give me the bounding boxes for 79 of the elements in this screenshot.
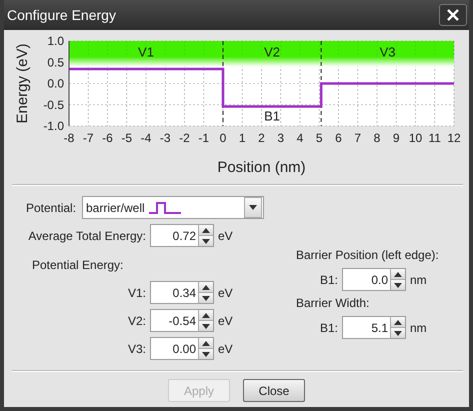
spin-down-icon xyxy=(202,296,210,300)
x-tick-label: 6 xyxy=(335,131,342,145)
close-button[interactable] xyxy=(439,4,467,26)
spin-up-icon xyxy=(202,228,210,232)
spinner-control[interactable] xyxy=(198,337,214,360)
unit-label: eV xyxy=(218,314,233,328)
x-tick-label: -3 xyxy=(160,131,171,145)
x-tick-label: 11 xyxy=(428,131,441,145)
x-tick-label: -8 xyxy=(64,131,74,145)
barrier-shape-icon xyxy=(148,202,181,214)
number-field[interactable]: 0.72 xyxy=(150,224,198,247)
section-heading: Barrier Position (left edge): xyxy=(296,248,439,262)
x-tick-label: 1 xyxy=(238,131,246,145)
spin-down-icon xyxy=(394,282,402,288)
spin-up-icon xyxy=(202,284,210,290)
x-tick-label: -4 xyxy=(140,131,152,145)
region-label: V1 xyxy=(138,44,154,60)
x-tick-label: 2 xyxy=(258,131,265,145)
x-tick-label: -5 xyxy=(121,131,132,145)
field-label: Potential: xyxy=(26,200,78,214)
x-tick-label: 12 xyxy=(447,131,461,145)
section-heading: Potential Energy: xyxy=(32,258,124,272)
x-tick-label: 10 xyxy=(408,131,422,145)
region-label: V2 xyxy=(264,44,280,60)
x-tick-label: 7 xyxy=(354,131,362,145)
x-tick-label: -2 xyxy=(179,131,190,145)
x-tick-label: -6 xyxy=(102,131,113,145)
spin-down-icon xyxy=(202,352,210,356)
unit-label: eV xyxy=(218,286,233,300)
field-label: B1: xyxy=(318,320,338,334)
field-label: V2: xyxy=(126,314,146,328)
spin-down-icon xyxy=(202,238,210,244)
x-tick-label: -7 xyxy=(82,131,94,145)
y-tick-label: 1.0 xyxy=(47,34,64,48)
x-tick-label: 4 xyxy=(296,131,304,145)
spinner-control[interactable] xyxy=(198,224,214,247)
y-tick-label: -1.0 xyxy=(43,119,64,133)
number-field[interactable]: -0.54 xyxy=(150,309,198,332)
y-axis-title: Energy (eV) xyxy=(14,43,31,124)
unit-label: eV xyxy=(218,228,233,242)
x-tick-label: 5 xyxy=(316,131,323,145)
number-field[interactable]: 5.1 xyxy=(342,316,390,339)
spin-up-icon xyxy=(394,272,402,276)
spin-down-icon xyxy=(202,324,210,328)
x-tick-label: -1 xyxy=(198,131,210,145)
spinner-control[interactable] xyxy=(198,309,214,332)
y-tick-label: -0.5 xyxy=(43,98,64,112)
region-label: V3 xyxy=(380,44,396,60)
x-tick-label: 8 xyxy=(374,131,380,145)
field-label: V3: xyxy=(126,342,146,356)
spinner-control[interactable] xyxy=(198,281,214,304)
x-axis-title: Position (nm) xyxy=(217,159,306,176)
section-heading: Barrier Width: xyxy=(296,296,370,310)
spin-up-icon xyxy=(202,312,210,318)
x-tick-label: 3 xyxy=(277,131,284,145)
close-icon xyxy=(446,8,460,22)
spinner-control[interactable] xyxy=(390,316,406,339)
dialog-button[interactable]: Close xyxy=(243,379,305,402)
spin-up-icon xyxy=(202,340,210,346)
spin-up-icon xyxy=(394,320,402,324)
spin-down-icon xyxy=(394,330,402,336)
unit-label: nm xyxy=(410,272,427,286)
y-tick-label: 0.5 xyxy=(47,55,64,70)
field-label: V1: xyxy=(126,286,146,300)
y-tick-label: 0.0 xyxy=(47,76,64,90)
number-field[interactable]: 0.0 xyxy=(342,268,390,291)
spinner-control[interactable] xyxy=(390,268,406,291)
number-field[interactable]: 0.00 xyxy=(150,337,198,360)
region-label: B1 xyxy=(264,108,280,124)
x-tick-label: 9 xyxy=(392,131,400,145)
unit-label: nm xyxy=(410,320,427,334)
number-field[interactable]: 0.34 xyxy=(150,281,198,304)
caret-icon xyxy=(249,205,257,210)
window-title: Configure Energy xyxy=(7,7,116,23)
field-label: B1: xyxy=(318,272,338,286)
field-label: Average Total Energy: xyxy=(27,228,146,242)
potential-dropdown[interactable]: barrier/well xyxy=(82,196,264,219)
unit-label: eV xyxy=(218,342,233,356)
x-tick-label: 0 xyxy=(220,131,226,145)
